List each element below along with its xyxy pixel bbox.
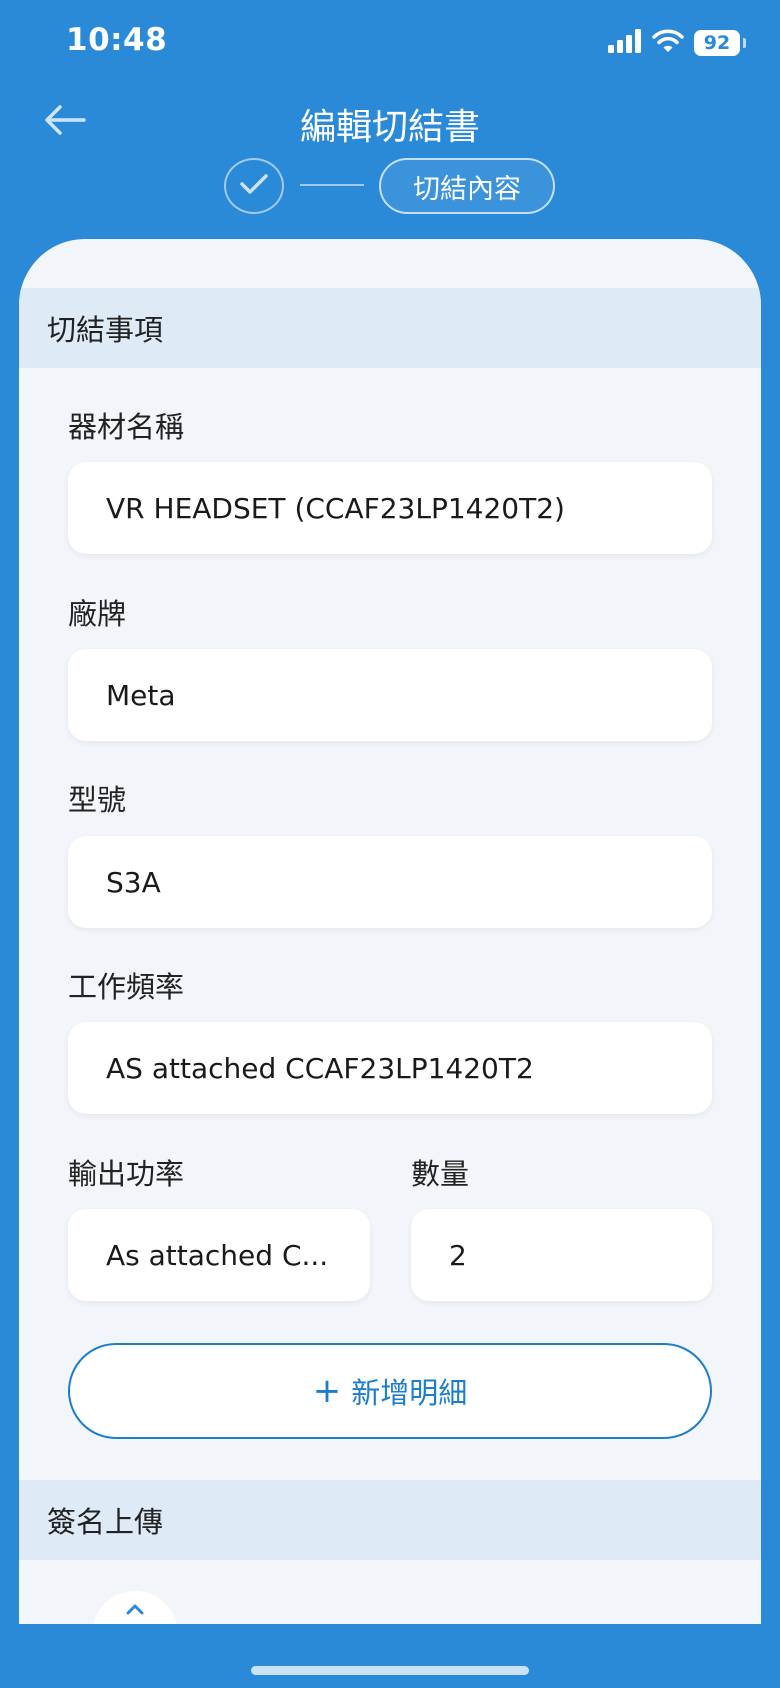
status-bar: 10:48 92 bbox=[0, 0, 780, 84]
equipment-name-value: VR HEADSET (CCAF23LP1420T2) bbox=[106, 491, 565, 525]
brand-label: 廠牌 bbox=[68, 597, 127, 631]
home-bar bbox=[0, 1624, 780, 1688]
equipment-name-label: 器材名稱 bbox=[68, 410, 185, 444]
plus-icon: + bbox=[312, 1371, 342, 1411]
check-icon bbox=[239, 173, 269, 199]
signal-icon bbox=[608, 29, 642, 57]
quantity-label: 數量 bbox=[411, 1157, 470, 1191]
page-title: 編輯切結書 bbox=[299, 107, 480, 148]
model-value: S3A bbox=[106, 865, 161, 899]
output-power-field[interactable]: As attached C... bbox=[68, 1209, 370, 1301]
upload-signature-button[interactable] bbox=[92, 1591, 178, 1624]
add-detail-button[interactable]: + 新增明細 bbox=[68, 1343, 712, 1439]
output-power-label: 輸出功率 bbox=[68, 1157, 185, 1191]
status-icons: 92 bbox=[608, 28, 746, 58]
brand-field[interactable]: Meta bbox=[68, 649, 712, 741]
section-header-items: 切結事項 bbox=[19, 288, 761, 368]
equipment-name-field[interactable]: VR HEADSET (CCAF23LP1420T2) bbox=[68, 462, 712, 554]
frequency-label: 工作頻率 bbox=[68, 970, 185, 1004]
battery-level: 92 bbox=[703, 32, 731, 54]
quantity-value: 2 bbox=[449, 1238, 467, 1272]
frequency-field[interactable]: AS attached CCAF23LP1420T2 bbox=[68, 1022, 712, 1114]
model-field[interactable]: S3A bbox=[68, 836, 712, 928]
progress-stepper: 切結內容 bbox=[0, 158, 780, 218]
model-label: 型號 bbox=[68, 783, 127, 817]
status-time: 10:48 bbox=[66, 22, 168, 58]
nav-bar: 編輯切結書 bbox=[0, 84, 780, 160]
output-power-value: As attached C... bbox=[106, 1238, 329, 1272]
section-header-signature: 簽名上傳 bbox=[19, 1480, 761, 1560]
step-current[interactable]: 切結內容 bbox=[379, 158, 555, 214]
battery-icon: 92 bbox=[694, 30, 746, 56]
step-completed[interactable] bbox=[224, 158, 284, 214]
quantity-field[interactable]: 2 bbox=[411, 1209, 712, 1301]
add-detail-label: 新增明細 bbox=[351, 1376, 468, 1410]
step-connector bbox=[300, 184, 364, 186]
content-sheet: 切結事項 器材名稱 VR HEADSET (CCAF23LP1420T2) 廠牌… bbox=[19, 239, 761, 1624]
home-indicator[interactable] bbox=[251, 1666, 529, 1675]
frequency-value: AS attached CCAF23LP1420T2 bbox=[106, 1051, 534, 1085]
brand-value: Meta bbox=[106, 678, 176, 712]
wifi-icon bbox=[652, 29, 684, 57]
upload-icon bbox=[125, 1601, 145, 1624]
